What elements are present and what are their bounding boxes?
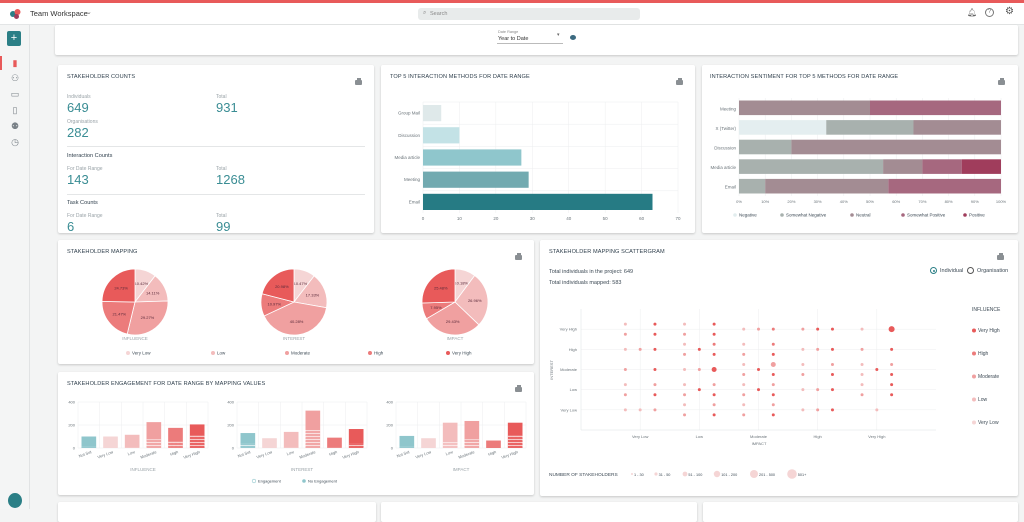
interaction-counts-title: Interaction Counts [67,153,113,159]
sidebar: + ▮ ⚇ ▭ ▯ ⚉ ◷ [0,25,30,509]
interaction-sentiment-card: Interaction Sentiment for Top 5 Methods … [702,65,1018,233]
print-icon[interactable] [515,385,522,392]
chevron-down-icon[interactable]: ⌄ [86,8,92,16]
stakeholder-engagement-card: Stakeholder Engagement for Date Range by… [58,372,534,495]
print-icon[interactable] [355,78,362,85]
total-individuals-text: Total individuals in the project: 649 [549,269,634,275]
search-placeholder: Search [430,11,448,17]
organisations-count: 282 [67,125,89,140]
card-title: Stakeholder Mapping [67,249,138,255]
gear-icon[interactable]: ⚙ [1005,6,1014,17]
bell-icon[interactable]: 🔔︎ [967,8,977,17]
print-icon[interactable] [676,78,683,85]
person-icon[interactable]: ⚇ [10,73,20,83]
interaction-total: 1268 [216,172,245,187]
card-title: Stakeholder Engagement for Date Range by… [67,381,266,387]
date-range-label: Date Range [498,30,519,34]
radio-individual[interactable] [930,267,937,274]
search-icon: ⌕ [423,10,427,16]
bottom-card [381,502,697,522]
radio-individual-label[interactable]: Individual [940,268,963,274]
chat-bubble-button[interactable] [8,493,22,508]
stakeholder-mapping-card: Stakeholder Mapping [58,240,534,364]
divider [67,146,365,147]
add-button[interactable]: + [7,31,21,46]
chat-icon[interactable]: ▭ [10,89,20,99]
filter-bar: Date Range Year to Date ▾ [55,25,1018,55]
eye-icon[interactable] [570,35,576,40]
bottom-card [703,502,1018,522]
radio-organisation[interactable] [967,267,974,274]
workspace-name[interactable]: Team Workspace [30,9,88,18]
interaction-methods-card: Top 5 Interaction Methods for Date Range [381,65,695,233]
stakeholder-total: 931 [216,100,238,115]
print-icon[interactable] [998,78,1005,85]
card-title: Interaction Sentiment for Top 5 Methods … [710,74,899,80]
radio-organisation-label[interactable]: Organisation [977,268,1008,274]
card-title: Top 5 Interaction Methods for Date Range [390,74,530,80]
print-icon[interactable] [515,253,522,260]
total-mapped-text: Total individuals mapped: 583 [549,280,622,286]
app-header: Team Workspace ⌄ ⌕ Search 🔔︎ ? ⚙ [0,3,1024,25]
clock-icon[interactable]: ◷ [10,137,20,147]
card-title: Stakeholder Mapping Scattergram [549,249,665,255]
active-indicator [0,56,2,70]
group-icon[interactable]: ⚉ [10,121,20,131]
help-icon[interactable]: ? [985,8,994,17]
task-range-count: 6 [67,219,75,234]
interaction-range-count: 143 [67,172,89,187]
task-total: 99 [216,219,231,234]
dashboard-chart-icon[interactable]: ▮ [10,58,20,68]
dropdown-arrow-icon: ▾ [557,32,560,38]
logo-icon [10,9,21,19]
date-range-select[interactable]: Year to Date ▾ [497,32,563,44]
document-icon[interactable]: ▯ [10,105,20,115]
stakeholder-counts-card: Stakeholder Counts Individuals 649 Total… [58,65,374,234]
divider [67,194,365,195]
task-counts-title: Task Counts [67,200,98,206]
print-icon[interactable] [997,253,1004,260]
scattergram-card: Stakeholder Mapping Scattergram Total in… [540,240,1018,496]
card-title: Stakeholder Counts [67,74,136,80]
date-range-value: Year to Date [498,36,529,42]
bottom-card [58,502,376,522]
individuals-count: 649 [67,100,89,115]
search-input[interactable]: ⌕ Search [418,8,640,20]
